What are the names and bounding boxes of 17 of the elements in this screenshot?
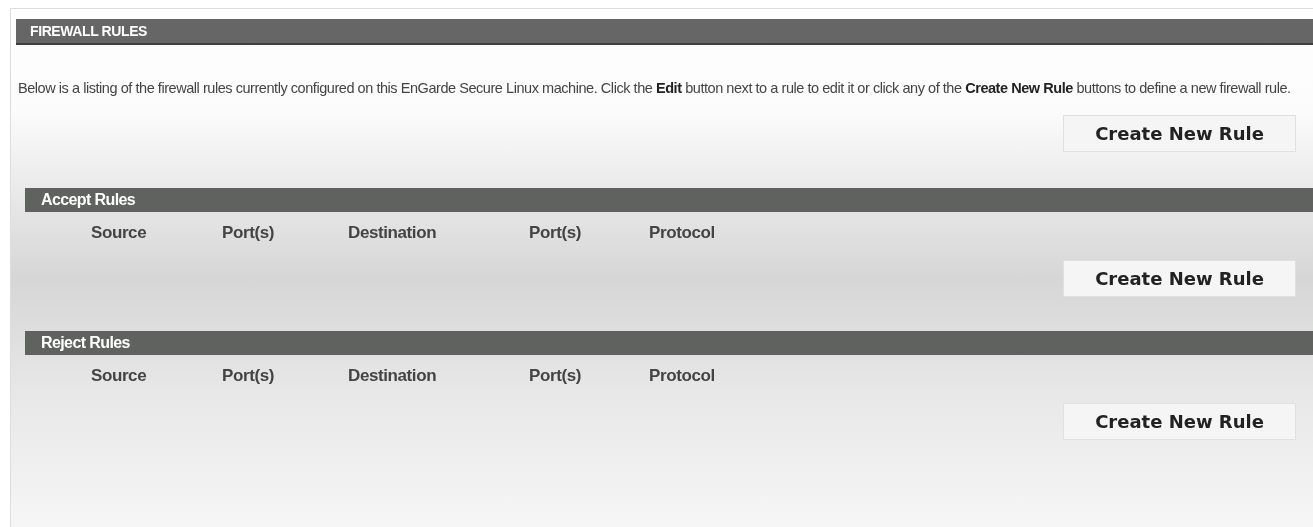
column-header: Port(s) [529, 366, 581, 386]
column-header: Protocol [649, 223, 715, 243]
create-rule-button[interactable]: Create New Rule [1063, 115, 1296, 152]
create-rule-button[interactable]: Create New Rule [1063, 260, 1296, 297]
description-text: Below is a listing of the firewall rules currently configured on this EnGarde Secure Linux machine. Click the Edit button next to a rule to edit it or click any of the Create New Rule buttons to define a new firewall rule. [18, 79, 1292, 98]
column-header: Destination [348, 366, 437, 386]
column-header: Destination [348, 223, 437, 243]
column-header: Source [91, 366, 147, 386]
section-title: Accept Rules [41, 191, 136, 209]
section-title: Reject Rules [41, 334, 130, 352]
column-header: Port(s) [529, 223, 581, 243]
panel-title: FIREWALL RULES [30, 23, 148, 39]
column-header: Source [91, 223, 147, 243]
column-header: Protocol [649, 366, 715, 386]
column-header: Port(s) [222, 366, 274, 386]
create-rule-button[interactable]: Create New Rule [1063, 403, 1296, 440]
column-header: Port(s) [222, 223, 274, 243]
